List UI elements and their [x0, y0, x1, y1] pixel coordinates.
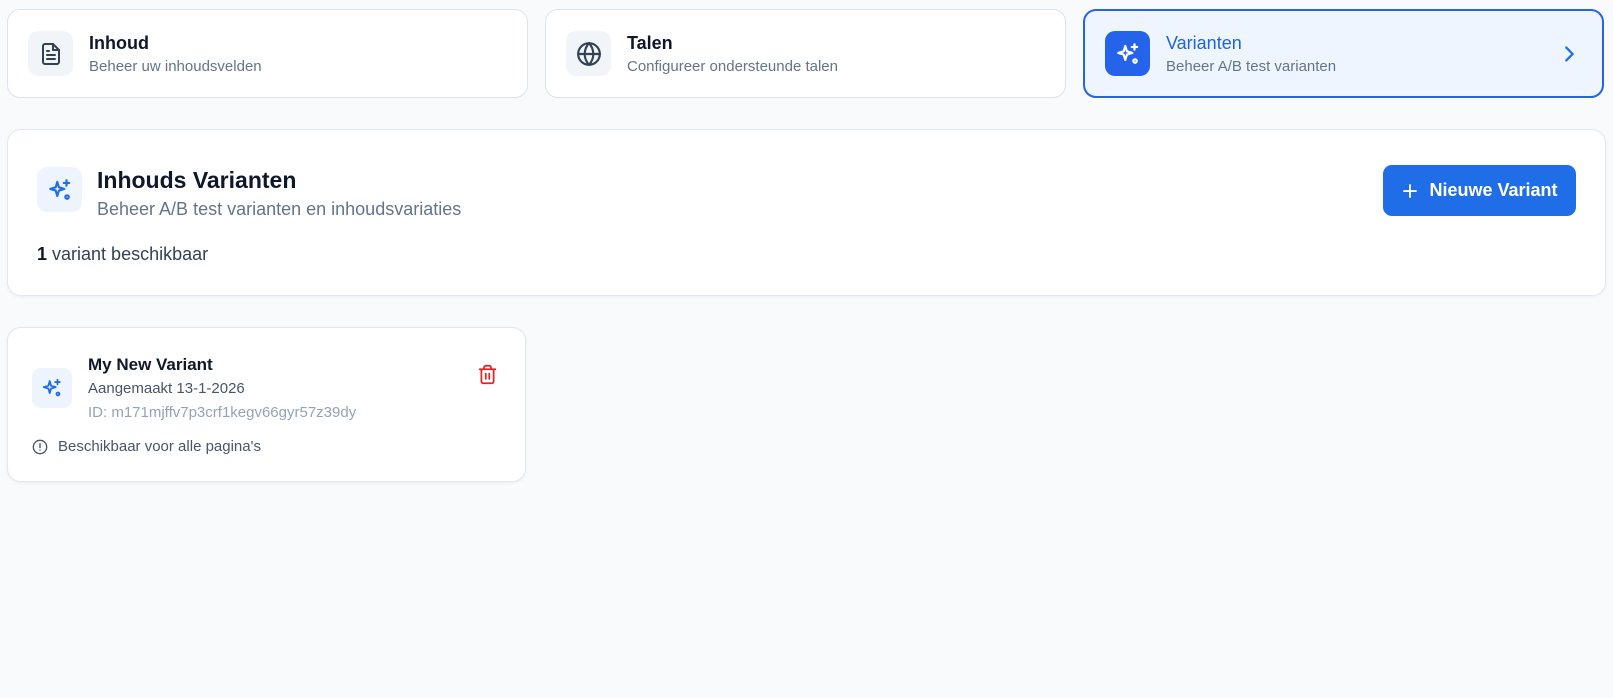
- variant-count-label: variant beschikbaar: [52, 244, 209, 264]
- nav-card-varianten[interactable]: Varianten Beheer A/B test varianten: [1083, 9, 1604, 98]
- nav-card-title: Talen: [627, 32, 673, 53]
- nav-card-title: Inhoud: [89, 32, 149, 53]
- variant-id: ID: m171mjffv7p3crf1kegv66gyr57z39dy: [88, 404, 357, 421]
- trash-icon: [477, 364, 498, 385]
- plus-icon: [1401, 182, 1419, 200]
- variants-header-panel: Inhouds Varianten Beheer A/B test varian…: [7, 129, 1606, 296]
- chevron-right-icon: [1558, 43, 1580, 65]
- variant-card[interactable]: My New Variant Aangemaakt 13-1-2026 ID: …: [7, 327, 526, 482]
- delete-variant-button[interactable]: [474, 361, 500, 387]
- new-variant-button[interactable]: Nieuwe Variant: [1383, 165, 1576, 216]
- variant-count-number: 1: [37, 244, 48, 264]
- nav-card-title: Varianten: [1166, 32, 1242, 53]
- nav-card-talen[interactable]: Talen Configureer ondersteunde talen: [545, 9, 1066, 98]
- sparkles-icon: [32, 368, 72, 408]
- sparkles-icon: [1105, 31, 1150, 76]
- variant-scope-text: Beschikbaar voor alle pagina's: [58, 438, 261, 455]
- new-variant-button-label: Nieuwe Variant: [1429, 180, 1558, 200]
- info-circle-icon: [32, 439, 48, 455]
- page-subtitle: Beheer A/B test varianten en inhoudsvari…: [97, 199, 462, 219]
- section-nav: Inhoud Beheer uw inhoudsvelden Talen Con…: [7, 9, 1604, 98]
- nav-card-subtitle: Beheer uw inhoudsvelden: [89, 57, 262, 75]
- variant-created-date: Aangemaakt 13-1-2026: [88, 380, 245, 397]
- document-icon: [28, 31, 73, 76]
- sparkles-icon: [37, 167, 82, 212]
- nav-card-subtitle: Configureer ondersteunde talen: [627, 57, 838, 75]
- nav-card-text: Varianten Beheer A/B test varianten: [1166, 32, 1336, 76]
- nav-card-text: Inhoud Beheer uw inhoudsvelden: [89, 32, 262, 76]
- variant-count: 1 variant beschikbaar: [37, 243, 208, 265]
- nav-card-subtitle: Beheer A/B test varianten: [1166, 57, 1337, 75]
- variant-name: My New Variant: [88, 355, 213, 374]
- globe-icon: [566, 31, 611, 76]
- variant-scope: Beschikbaar voor alle pagina's: [32, 438, 261, 456]
- nav-card-inhoud[interactable]: Inhoud Beheer uw inhoudsvelden: [7, 9, 528, 98]
- page: Inhoud Beheer uw inhoudsvelden Talen Con…: [0, 0, 1613, 698]
- page-title: Inhouds Varianten: [97, 167, 297, 193]
- nav-card-text: Talen Configureer ondersteunde talen: [627, 32, 838, 76]
